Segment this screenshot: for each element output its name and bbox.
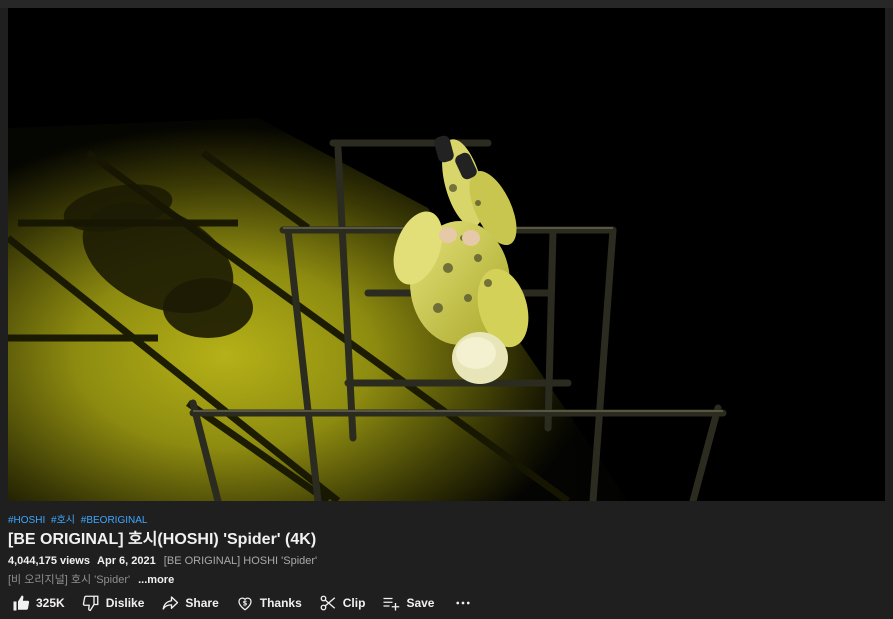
- thanks-heart-dollar-icon: $: [236, 594, 254, 612]
- thumbs-up-icon: [12, 594, 30, 612]
- like-button[interactable]: 325K: [12, 594, 65, 612]
- video-title: [BE ORIGINAL] 호시(HOSHI) 'Spider' (4K): [8, 531, 317, 548]
- thanks-button[interactable]: $ Thanks: [236, 594, 302, 612]
- video-frame: [8, 8, 885, 501]
- share-label: Share: [185, 596, 219, 610]
- clip-button[interactable]: Clip: [319, 594, 366, 612]
- more-horizontal-icon: [456, 601, 471, 605]
- more-actions-button[interactable]: [454, 594, 472, 612]
- like-count: 325K: [36, 596, 65, 610]
- share-arrow-icon: [161, 594, 179, 612]
- view-count: 4,044,175 views: [8, 555, 90, 567]
- more-button[interactable]: ...more: [138, 574, 174, 586]
- video-player[interactable]: [8, 8, 885, 501]
- svg-text:$: $: [242, 599, 247, 607]
- video-meta[interactable]: 4,044,175 views Apr 6, 2021 [BE ORIGINAL…: [8, 555, 317, 567]
- description-line: [비 오리지널] 호시 'Spider' ...more: [8, 571, 174, 587]
- playlist-add-icon: [382, 594, 400, 612]
- hashtags: #HOSHI #호시 #BEORIGINAL: [8, 511, 150, 526]
- clip-label: Clip: [342, 596, 366, 610]
- scissors-icon: [319, 594, 337, 612]
- top-bar: [0, 0, 893, 8]
- description-text: [비 오리지널] 호시 'Spider': [8, 574, 131, 586]
- watch-page: #HOSHI #호시 #BEORIGINAL [BE ORIGINAL] 호시(…: [0, 0, 893, 619]
- dislike-label: Dislike: [105, 596, 145, 610]
- action-bar: 325K Dislike Share $ Thanks Clip Save: [12, 592, 472, 614]
- description-preview: [BE ORIGINAL] HOSHI 'Spider': [163, 555, 318, 567]
- publish-date: Apr 6, 2021: [97, 555, 156, 567]
- share-button[interactable]: Share: [161, 594, 219, 612]
- thumbs-down-icon: [82, 594, 100, 612]
- save-button[interactable]: Save: [382, 594, 434, 612]
- thanks-label: Thanks: [259, 596, 302, 610]
- dislike-button[interactable]: Dislike: [82, 594, 145, 612]
- save-label: Save: [406, 596, 435, 610]
